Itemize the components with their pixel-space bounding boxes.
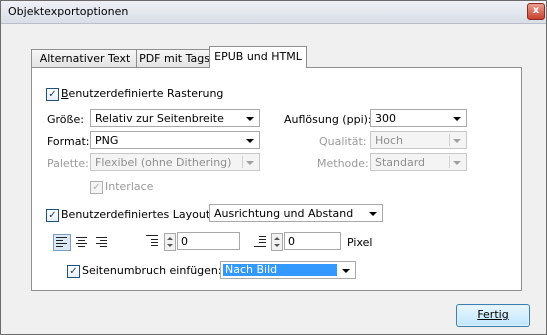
chevron-down-icon	[246, 161, 254, 165]
chevron-down-icon	[453, 117, 461, 121]
size-value: Relativ zur Seitenbreite	[95, 112, 224, 125]
method-label: Methode:	[317, 157, 369, 170]
page-break-value: Nach Bild	[223, 264, 337, 276]
chevron-down-icon	[369, 212, 377, 216]
custom-rasterization-label: Benutzerdefinierte Rasterung	[61, 87, 224, 100]
align-left-icon	[55, 236, 68, 248]
align-right-icon[interactable]	[95, 236, 108, 248]
resolution-value: 300	[375, 112, 396, 125]
chevron-down-icon	[246, 117, 254, 121]
dropdown-divider	[449, 134, 450, 146]
align-left-button[interactable]	[53, 234, 71, 251]
chevron-down-icon	[342, 269, 350, 273]
resolution-label: Auflösung (ppi):	[284, 113, 372, 126]
dialog-window: Objektexportoptionen x Alternativer Text…	[0, 0, 547, 335]
tab-pdf-mit-tags[interactable]: PDF mit Tags	[136, 49, 213, 67]
tab-epub-und-html[interactable]: EPUB und HTML	[209, 46, 307, 68]
resolution-dropdown[interactable]: 300	[370, 109, 467, 127]
close-button[interactable]: x	[527, 3, 545, 20]
quality-dropdown[interactable]: Hoch	[370, 131, 467, 149]
format-dropdown[interactable]: PNG	[90, 131, 260, 149]
format-label: Format:	[47, 135, 90, 148]
space-after-icon	[254, 235, 267, 247]
space-before-icon	[146, 235, 159, 247]
layout-value: Ausrichtung und Abstand	[214, 207, 354, 220]
unit-label: Pixel	[347, 236, 373, 249]
title-bar: Objektexportoptionen x	[1, 1, 546, 24]
quality-value: Hoch	[375, 134, 404, 147]
interlace-label: Interlace	[105, 180, 154, 193]
chevron-down-icon	[453, 161, 461, 165]
palette-dropdown[interactable]: Flexibel (ohne Dithering)	[90, 153, 260, 171]
custom-layout-checkbox[interactable]: ✓	[46, 209, 59, 222]
custom-layout-label: Benutzerdefiniertes Layout:	[61, 208, 214, 221]
space-after-input[interactable]: 0	[284, 232, 341, 250]
size-label: Größe:	[47, 113, 84, 126]
palette-label: Palette:	[47, 157, 89, 170]
align-center-icon[interactable]	[75, 236, 88, 248]
tab-panel	[31, 67, 522, 291]
tab-alternativer-text[interactable]: Alternativer Text	[31, 49, 139, 67]
palette-value: Flexibel (ohne Dithering)	[95, 156, 232, 169]
method-dropdown[interactable]: Standard	[370, 153, 467, 171]
layout-dropdown[interactable]: Ausrichtung und Abstand	[209, 204, 383, 222]
dropdown-divider	[242, 156, 243, 168]
space-before-input[interactable]: 0	[177, 232, 240, 250]
quality-label: Qualität:	[319, 135, 367, 148]
page-break-label: Seitenumbruch einfügen:	[82, 264, 222, 277]
space-before-stepper[interactable]	[164, 233, 176, 251]
method-value: Standard	[375, 156, 426, 169]
chevron-down-icon	[246, 139, 254, 143]
page-break-dropdown[interactable]: Nach Bild	[220, 261, 356, 279]
chevron-down-icon	[453, 139, 461, 143]
dropdown-divider	[449, 156, 450, 168]
page-break-checkbox[interactable]: ✓	[67, 265, 80, 278]
window-title: Objektexportoptionen	[8, 5, 129, 18]
tab-label: EPUB und HTML	[214, 50, 302, 63]
tab-label: Alternativer Text	[39, 52, 131, 65]
interlace-checkbox[interactable]: ✓	[90, 181, 103, 194]
space-after-stepper[interactable]	[271, 233, 283, 251]
size-dropdown[interactable]: Relativ zur Seitenbreite	[90, 109, 260, 127]
done-button[interactable]: Fertig	[456, 304, 530, 327]
tab-label: PDF mit Tags	[139, 52, 210, 65]
done-button-label: Fertig	[477, 308, 509, 321]
custom-rasterization-checkbox[interactable]: ✓	[46, 88, 59, 101]
format-value: PNG	[95, 134, 119, 147]
